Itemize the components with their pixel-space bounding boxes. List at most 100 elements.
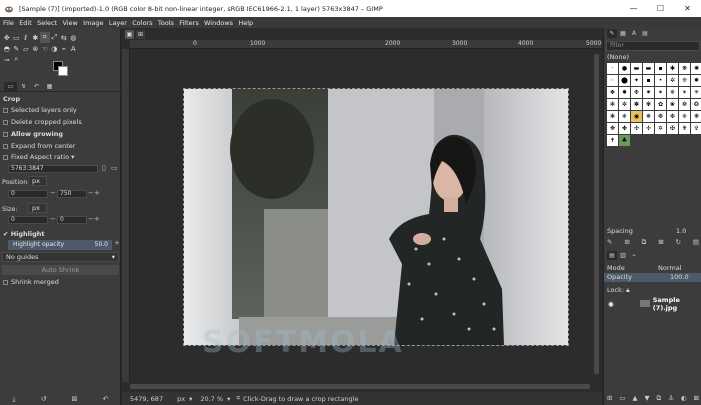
new-view-icon[interactable]: ⊞	[136, 29, 145, 39]
brush-item[interactable]: ✢	[643, 123, 654, 134]
zoom-icon[interactable]: ⌕	[12, 54, 22, 65]
menu-select[interactable]: Select	[37, 19, 57, 27]
brush-item[interactable]: ✽	[631, 99, 642, 110]
unit-select[interactable]: px	[163, 395, 185, 403]
aspect-portrait-icon[interactable]: ▯	[102, 164, 106, 172]
flip-icon[interactable]: ⇆	[59, 32, 69, 43]
brush-item[interactable]: ❖	[607, 87, 618, 98]
zoom-select[interactable]: 20.7 %	[192, 395, 223, 403]
document-tab-icon[interactable]: ▤	[640, 29, 650, 38]
maximize-button[interactable]: ☐	[647, 0, 674, 17]
brush-item[interactable]: ❂	[691, 99, 701, 110]
lower-layer-icon[interactable]: ▼	[645, 394, 650, 403]
brush-item[interactable]: ✷	[643, 87, 654, 98]
transform-icon[interactable]: ⤢	[50, 32, 60, 43]
menu-help[interactable]: Help	[238, 19, 253, 27]
allow-growing-option[interactable]: Allow growing	[3, 130, 63, 138]
checkbox-icon[interactable]	[3, 119, 8, 125]
tool-options-tab-icon[interactable]: ▭	[4, 82, 17, 91]
menu-filters[interactable]: Filters	[179, 19, 198, 27]
brush-filter-input[interactable]: filter	[606, 41, 700, 51]
brush-item[interactable]: ❈	[679, 111, 690, 122]
color-swatches[interactable]	[53, 61, 69, 77]
brush-item[interactable]: ✹	[691, 75, 701, 86]
brush-tab-icon[interactable]: ✎	[607, 29, 617, 38]
checkbox-icon[interactable]	[3, 107, 8, 113]
images-tab-icon[interactable]: ▦	[43, 82, 56, 91]
increment-icon[interactable]: +	[114, 239, 120, 247]
scroll-thumb[interactable]	[594, 54, 599, 374]
menu-windows[interactable]: Windows	[204, 19, 233, 27]
brush-item[interactable]: ✣	[631, 123, 642, 134]
highlight-option[interactable]: ✔ Highlight	[3, 230, 45, 238]
auto-shrink-button[interactable]: Auto Shrink	[2, 265, 119, 275]
menu-view[interactable]: View	[62, 19, 77, 27]
lasso-icon[interactable]: ℓ	[21, 32, 31, 43]
path-icon[interactable]: ⌁	[59, 43, 69, 54]
edit-brush-icon[interactable]: ✎	[607, 238, 612, 247]
undo-history-tab-icon[interactable]: ↶	[30, 82, 43, 91]
brush-item[interactable]: ✾	[643, 99, 654, 110]
device-status-tab-icon[interactable]: ↯	[17, 82, 30, 91]
menu-layer[interactable]: Layer	[109, 19, 127, 27]
menu-colors[interactable]: Colors	[132, 19, 152, 27]
reset-icon[interactable]: ↶	[103, 395, 109, 403]
brush-item[interactable]: ✳	[691, 87, 701, 98]
lock-icon[interactable]: 🔒︎	[626, 286, 629, 294]
position-x-input[interactable]: 0	[8, 190, 48, 198]
highlight-opacity-slider[interactable]: Highlight opacity 50.0	[8, 240, 112, 250]
brush-item[interactable]: ❃	[607, 111, 618, 122]
position-unit-select[interactable]: px	[28, 176, 47, 186]
increment-icon[interactable]: +	[94, 189, 100, 197]
brush-item[interactable]: ❋	[679, 63, 690, 74]
layers-tab-icon[interactable]: ▤	[607, 251, 617, 260]
fixed-aspect-option[interactable]: Fixed Aspect ratio ▾	[3, 153, 74, 161]
new-group-icon[interactable]: ▭	[619, 394, 625, 403]
close-button[interactable]: ✕	[674, 0, 701, 17]
decrement-icon[interactable]: −	[88, 215, 94, 223]
brush-item[interactable]: ◦	[607, 75, 618, 86]
brush-item[interactable]: ❁	[679, 99, 690, 110]
eraser-icon[interactable]: ▱	[21, 43, 31, 54]
layer-name[interactable]: Sample (7).jpg	[653, 296, 701, 312]
position-y-input[interactable]: 750	[57, 190, 87, 198]
brush-item[interactable]: ❅	[643, 111, 654, 122]
shrink-merged-option[interactable]: Shrink merged	[3, 278, 59, 286]
rect-select-icon[interactable]: ▭	[12, 32, 22, 43]
open-as-image-icon[interactable]: ▤	[693, 238, 699, 247]
delete-layer-icon[interactable]: ⊠	[694, 394, 699, 403]
brush-item[interactable]: ❇	[667, 111, 678, 122]
size-unit-select[interactable]: px	[28, 203, 47, 213]
brush-item[interactable]: ❉	[631, 87, 642, 98]
brush-item[interactable]: ✡	[655, 123, 666, 134]
fuzzy-select-icon[interactable]: ✱	[31, 32, 41, 43]
brush-item[interactable]: ✥	[607, 123, 618, 134]
aspect-ratio-input[interactable]: 5763:3847	[8, 165, 98, 173]
checkbox-icon[interactable]	[3, 154, 8, 160]
new-brush-icon[interactable]: ⊞	[624, 238, 629, 247]
brush-item[interactable]: ✴	[679, 87, 690, 98]
brush-item[interactable]: ✱	[667, 63, 678, 74]
brush-item[interactable]: ❊	[679, 75, 690, 86]
channels-tab-icon[interactable]: ▥	[618, 251, 628, 260]
eye-icon[interactable]: ◉	[608, 300, 614, 308]
checkbox-icon[interactable]	[3, 143, 8, 149]
crop-icon[interactable]: ⌗	[40, 32, 50, 43]
warp-icon[interactable]: ◍	[69, 32, 79, 43]
vertical-scrollbar[interactable]	[594, 49, 599, 382]
checkbox-icon[interactable]	[3, 131, 8, 137]
brush-item[interactable]: ✝	[607, 135, 618, 146]
color-picker-icon[interactable]: ⊸	[2, 54, 12, 65]
delete-cropped-pixels-option[interactable]: Delete cropped pixels	[3, 118, 82, 126]
expand-from-center-option[interactable]: Expand from center	[3, 142, 75, 150]
brush-item[interactable]: ⬤	[619, 75, 630, 86]
menu-file[interactable]: File	[3, 19, 14, 27]
brush-item[interactable]: •	[655, 75, 666, 86]
brush-item[interactable]: ✻	[607, 99, 618, 110]
menu-image[interactable]: Image	[83, 19, 103, 27]
brush-item[interactable]: ✠	[667, 123, 678, 134]
brush-item[interactable]: ✲	[667, 75, 678, 86]
brush-item[interactable]: ✼	[619, 99, 630, 110]
brush-item[interactable]: ❆	[655, 111, 666, 122]
opacity-slider[interactable]: Opacity 100.0	[604, 273, 701, 282]
